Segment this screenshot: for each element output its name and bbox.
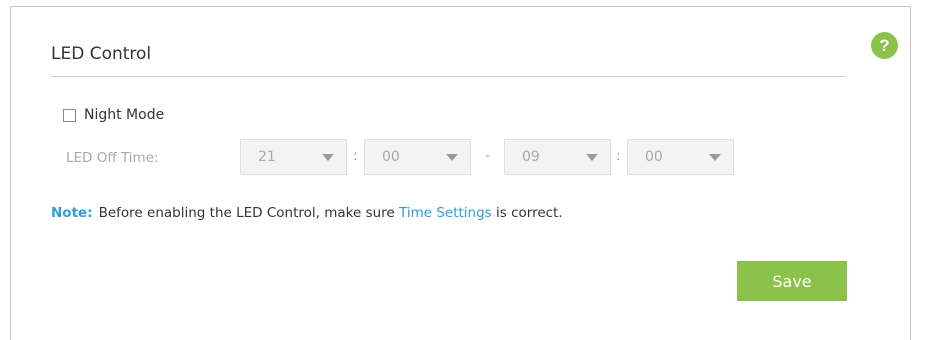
end-hour-select[interactable]: 09 <box>504 139 611 175</box>
start-hour-select[interactable]: 21 <box>240 139 347 175</box>
chevron-down-icon <box>709 153 721 161</box>
chevron-down-icon <box>446 153 458 161</box>
title-divider <box>51 76 846 77</box>
note-text-before: Before enabling the LED Control, make su… <box>98 205 400 221</box>
time-colon: : <box>616 148 621 164</box>
end-hour-value: 09 <box>522 149 540 165</box>
night-mode-option[interactable]: Night Mode <box>63 107 164 123</box>
start-minute-value: 00 <box>382 149 400 165</box>
section-title: LED Control <box>51 44 152 64</box>
start-hour-value: 21 <box>258 149 276 165</box>
night-mode-label: Night Mode <box>84 107 165 123</box>
time-settings-link[interactable]: Time Settings <box>399 205 492 221</box>
note-label: Note: <box>51 205 93 221</box>
chevron-down-icon <box>586 153 598 161</box>
note-text: Note: Before enabling the LED Control, ma… <box>51 205 563 221</box>
end-minute-value: 00 <box>645 149 663 165</box>
help-icon[interactable]: ? <box>871 32 898 59</box>
start-minute-select[interactable]: 00 <box>364 139 471 175</box>
time-colon: : <box>353 148 358 164</box>
time-range-dash: - <box>485 148 491 164</box>
end-minute-select[interactable]: 00 <box>627 139 734 175</box>
note-text-after: is correct. <box>491 205 563 221</box>
led-off-time-label: LED Off Time: <box>66 150 159 166</box>
chevron-down-icon <box>322 153 334 161</box>
save-button[interactable]: Save <box>737 261 847 301</box>
night-mode-checkbox[interactable] <box>63 108 76 122</box>
